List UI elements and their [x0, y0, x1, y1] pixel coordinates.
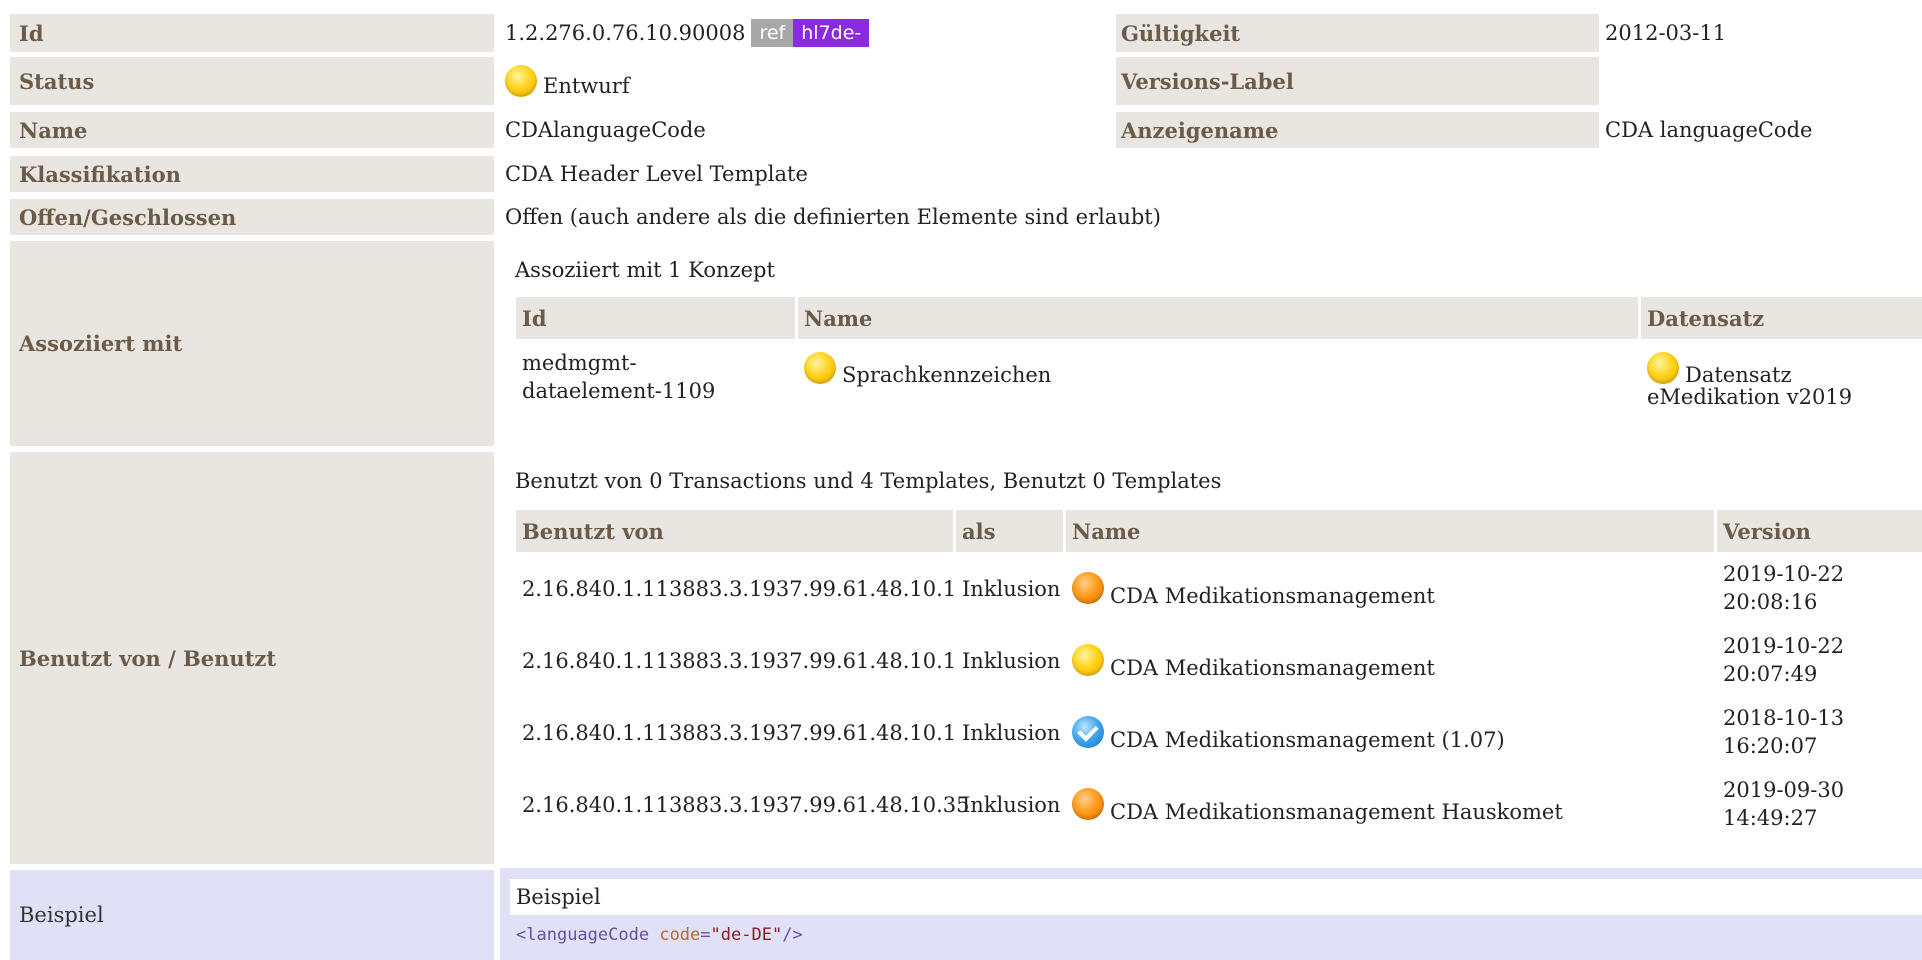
name-value: CDAlanguageCode — [505, 118, 706, 142]
status-text: Entwurf — [543, 74, 630, 98]
gueltigkeit-label-text: Gültigkeit — [1121, 20, 1241, 46]
benutzt-label: Benutzt von / Benutzt — [10, 452, 494, 864]
benutzt-header-als: als — [956, 510, 1063, 552]
anzeigename-label-text: Anzeigename — [1121, 117, 1279, 143]
id-label-text: Id — [19, 20, 44, 46]
benutzt-label-text: Benutzt von / Benutzt — [19, 645, 277, 671]
assoziiert-header-datensatz: Datensatz — [1641, 297, 1922, 339]
template-oid: 1.2.276.0.76.10.90008 — [505, 21, 746, 45]
usage-row-2-version: 2019-10-22 20:07:49 — [1717, 632, 1844, 688]
usage-row-4-oid[interactable]: 2.16.840.1.113883.3.1937.99.61.48.10.35 — [516, 791, 970, 819]
klassifikation-label-text: Klassifikation — [19, 161, 181, 187]
datensatz-line2: eMedikation v2019 — [1647, 385, 1853, 409]
code-open: < — [516, 925, 527, 945]
usage-row-3-version: 2018-10-13 16:20:07 — [1717, 704, 1844, 760]
assoziiert-summary: Assoziiert mit 1 Konzept — [515, 258, 775, 282]
usage-row-2-time: 20:07:49 — [1723, 662, 1818, 686]
benutzt-header-version: Version — [1717, 510, 1922, 552]
name-label-text: Name — [19, 117, 88, 143]
klassifikation-value: CDA Header Level Template — [505, 162, 808, 186]
code-value: "de-DE" — [710, 925, 783, 945]
concept-id[interactable]: medmgmt- dataelement-1109 — [516, 349, 795, 405]
usage-row-3-final-check-icon — [1072, 716, 1104, 748]
usage-row-4-version: 2019-09-30 14:49:27 — [1717, 776, 1844, 832]
beispiel-code: <languageCode code="de-DE"/> — [516, 925, 803, 945]
status-draft-icon — [505, 65, 537, 97]
benutzt-header-name: Name — [1066, 510, 1714, 552]
code-eq: = — [700, 925, 711, 945]
assoziiert-label: Assoziiert mit — [10, 241, 494, 446]
usage-row-2-name[interactable]: CDA Medikationsmanagement — [1066, 644, 1435, 680]
template-detail-table: Id 1.2.276.0.76.10.90008 ref hl7de- Gülti… — [0, 0, 1922, 960]
usage-row-1-name-text: CDA Medikationsmanagement — [1110, 584, 1435, 608]
ref-badge: ref — [751, 19, 794, 47]
usage-row-4-date: 2019-09-30 — [1723, 778, 1845, 802]
usage-row-1-name[interactable]: CDA Medikationsmanagement — [1066, 572, 1435, 608]
assoziiert-label-text: Assoziiert mit — [19, 331, 183, 356]
offen-label: Offen/Geschlossen — [10, 199, 494, 235]
status-label-text: Status — [19, 68, 95, 94]
usage-row-3-name-text: CDA Medikationsmanagement (1.07) — [1110, 728, 1505, 752]
status-value: Entwurf — [505, 57, 630, 105]
datensatz-status-icon — [1647, 352, 1679, 384]
name-label: Name — [10, 112, 494, 148]
gueltigkeit-value: 2012-03-11 — [1605, 21, 1727, 45]
versions-label-text: Versions-Label — [1121, 68, 1294, 94]
usage-row-3-oid[interactable]: 2.16.840.1.113883.3.1937.99.61.48.10.1 — [516, 719, 956, 747]
concept-status-icon — [804, 352, 836, 384]
gueltigkeit-label: Gültigkeit — [1116, 14, 1599, 52]
code-close: /> — [782, 925, 803, 945]
usage-row-1-date: 2019-10-22 — [1723, 562, 1845, 586]
usage-row-1-status-icon — [1072, 572, 1104, 604]
benutzt-summary: Benutzt von 0 Transactions und 4 Templat… — [515, 469, 1222, 493]
assoziiert-header-id: Id — [516, 297, 795, 339]
usage-row-1-time: 20:08:16 — [1723, 590, 1818, 614]
hl7de-badge: hl7de- — [793, 19, 870, 47]
id-label: Id — [10, 14, 494, 52]
usage-row-3-date: 2018-10-13 — [1723, 706, 1845, 730]
usage-row-2-date: 2019-10-22 — [1723, 634, 1845, 658]
usage-row-1-oid[interactable]: 2.16.840.1.113883.3.1937.99.61.48.10.1 — [516, 575, 956, 603]
usage-row-4-status-icon — [1072, 788, 1104, 820]
usage-row-2-oid[interactable]: 2.16.840.1.113883.3.1937.99.61.48.10.1 — [516, 647, 956, 675]
usage-row-4-name[interactable]: CDA Medikationsmanagement Hauskomet — [1066, 788, 1563, 824]
usage-row-1-version: 2019-10-22 20:08:16 — [1717, 560, 1844, 616]
anzeigename-value: CDA languageCode — [1605, 118, 1813, 142]
status-label: Status — [10, 57, 494, 105]
concept-name[interactable]: Sprachkennzeichen — [798, 352, 1638, 387]
usage-row-3-time: 16:20:07 — [1723, 734, 1818, 758]
offen-label-text: Offen/Geschlossen — [19, 204, 237, 230]
benutzt-header-von: Benutzt von — [516, 510, 953, 552]
usage-row-2-name-text: CDA Medikationsmanagement — [1110, 656, 1435, 680]
usage-row-3-name[interactable]: CDA Medikationsmanagement (1.07) — [1066, 716, 1505, 752]
usage-row-2-status-icon — [1072, 644, 1104, 676]
beispiel-header: Beispiel — [510, 879, 1922, 915]
id-value: 1.2.276.0.76.10.90008 ref hl7de- — [505, 14, 870, 52]
code-tag: languageCode — [526, 925, 650, 945]
usage-row-1-als: Inklusion — [962, 577, 1061, 601]
usage-row-4-als: Inklusion — [962, 793, 1061, 817]
versions-label-label: Versions-Label — [1116, 57, 1599, 105]
usage-row-4-name-text: CDA Medikationsmanagement Hauskomet — [1110, 800, 1563, 824]
klassifikation-label: Klassifikation — [10, 156, 494, 192]
code-attr: code — [659, 925, 701, 945]
concept-id-line2: dataelement-1109 — [522, 379, 716, 403]
offen-value: Offen (auch andere als die definierten E… — [505, 205, 1161, 229]
beispiel-label: Beispiel — [10, 870, 494, 960]
concept-name-text: Sprachkennzeichen — [842, 363, 1052, 387]
concept-id-line1: medmgmt- — [522, 351, 637, 375]
anzeigename-label: Anzeigename — [1116, 112, 1599, 148]
usage-row-4-time: 14:49:27 — [1723, 806, 1818, 830]
beispiel-label-text: Beispiel — [19, 903, 104, 927]
concept-datensatz[interactable]: Datensatz eMedikation v2019 — [1641, 352, 1922, 413]
usage-row-3-als: Inklusion — [962, 721, 1061, 745]
assoziiert-header-name: Name — [798, 297, 1638, 339]
usage-row-2-als: Inklusion — [962, 649, 1061, 673]
